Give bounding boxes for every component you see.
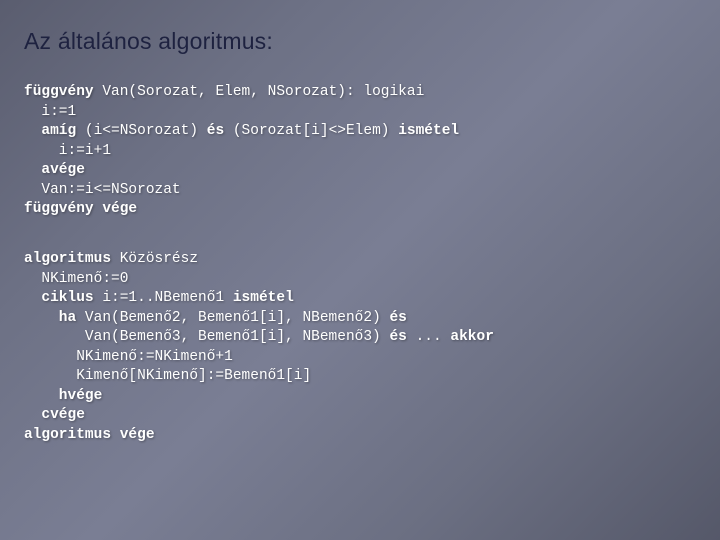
kw-akkor: akkor bbox=[450, 329, 494, 345]
kw-ismetel: ismétel bbox=[398, 123, 459, 139]
code-block-2: algoritmus Közösrész NKimenő:=0 ciklus i… bbox=[24, 250, 696, 446]
code-block-1: függvény Van(Sorozat, Elem, NSorozat): l… bbox=[24, 83, 696, 220]
kw-fuggveny: függvény bbox=[24, 84, 94, 100]
code-text: Van(Sorozat, Elem, NSorozat): logikai bbox=[94, 84, 425, 100]
code-text: (Sorozat[i]<>Elem) bbox=[224, 123, 398, 139]
kw-hvege: hvége bbox=[24, 388, 102, 404]
code-text: i:=1..NBemenő1 bbox=[94, 290, 233, 306]
kw-es: és bbox=[389, 310, 406, 326]
kw-avege: avége bbox=[24, 162, 85, 178]
kw-ha: ha bbox=[24, 310, 76, 326]
kw-amig: amíg bbox=[24, 123, 76, 139]
code-text: Kimenő[NKimenő]:=Bemenő1[i] bbox=[24, 368, 311, 384]
kw-ismetel: ismétel bbox=[233, 290, 294, 306]
code-text: ... bbox=[407, 329, 451, 345]
code-text: Van:=i<=NSorozat bbox=[24, 182, 181, 198]
code-text: NKimenő:=NKimenő+1 bbox=[24, 349, 233, 365]
kw-ciklus: ciklus bbox=[24, 290, 94, 306]
code-text: i:=1 bbox=[24, 104, 76, 120]
slide-title: Az általános algoritmus: bbox=[24, 28, 696, 55]
code-text: Közösrész bbox=[111, 251, 198, 267]
code-text: Van(Bemenő2, Bemenő1[i], NBemenő2) bbox=[76, 310, 389, 326]
kw-fuggveny-vege: függvény vége bbox=[24, 201, 137, 217]
kw-es: és bbox=[207, 123, 224, 139]
kw-cvege: cvége bbox=[24, 407, 85, 423]
slide-container: Az általános algoritmus: függvény Van(So… bbox=[0, 0, 720, 540]
kw-es: és bbox=[389, 329, 406, 345]
code-text: NKimenő:=0 bbox=[24, 271, 128, 287]
kw-algoritmus: algoritmus bbox=[24, 251, 111, 267]
kw-algoritmus-vege: algoritmus vége bbox=[24, 427, 155, 443]
code-text: (i<=NSorozat) bbox=[76, 123, 207, 139]
code-text: i:=i+1 bbox=[24, 143, 111, 159]
code-text: Van(Bemenő3, Bemenő1[i], NBemenő3) bbox=[24, 329, 389, 345]
